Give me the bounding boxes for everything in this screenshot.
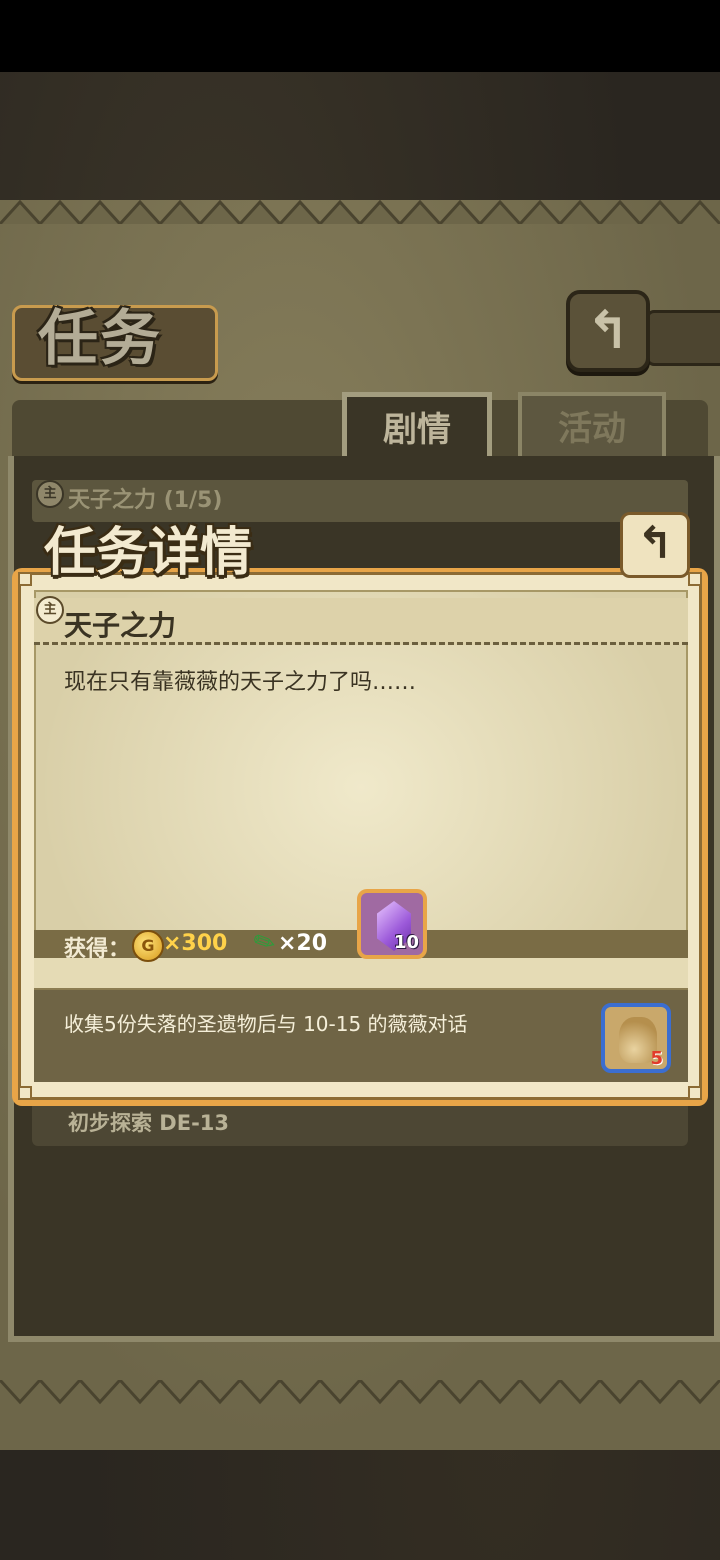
reward-label: 获得： — [64, 937, 131, 962]
relic-item[interactable]: 5 — [601, 1003, 671, 1073]
relic-count: 5 — [650, 1048, 663, 1069]
corner-bolt — [18, 572, 32, 586]
back-button[interactable]: ↰ — [566, 290, 650, 372]
zigzag-edge-bottom — [0, 1380, 720, 1405]
tab-event[interactable]: 活动 — [518, 392, 666, 462]
back-button-extension — [646, 310, 720, 366]
coin-reward-amount: ×300 — [163, 931, 228, 956]
list-item[interactable]: 初步探索 DE-13 — [32, 1100, 688, 1146]
gem-reward-item[interactable]: 10 — [357, 889, 427, 959]
status-bar — [0, 0, 720, 72]
gold-coin-icon: G — [132, 930, 164, 962]
main-quest-badge-icon: 主 — [36, 480, 64, 508]
modal-close-button[interactable]: ↰ — [620, 512, 690, 578]
zigzag-edge-top — [0, 199, 720, 224]
return-arrow-icon: ↰ — [586, 301, 630, 361]
list-item-label: 初步探索 DE-13 — [68, 1111, 230, 1135]
corner-bolt — [688, 1086, 702, 1100]
modal-title: 任务详情 — [44, 523, 253, 583]
reward-band-lower — [34, 958, 688, 991]
tab-story[interactable]: 剧情 — [342, 392, 492, 463]
return-arrow-icon: ↰ — [636, 518, 674, 569]
corner-bolt — [18, 1086, 32, 1100]
task-objective: 收集5份失落的圣遗物后与 10-15 的薇薇对话 — [64, 1012, 468, 1036]
page-title: 任务 — [38, 304, 162, 374]
gem-reward-count: 10 — [393, 932, 419, 953]
feather-reward-amount: ×20 — [278, 931, 328, 956]
mission-name: 天子之力 — [64, 609, 177, 642]
corner-bolt — [688, 572, 702, 586]
main-quest-badge-icon: 主 — [36, 596, 64, 624]
mission-description: 现在只有靠薇薇的天子之力了吗…… — [64, 670, 417, 695]
